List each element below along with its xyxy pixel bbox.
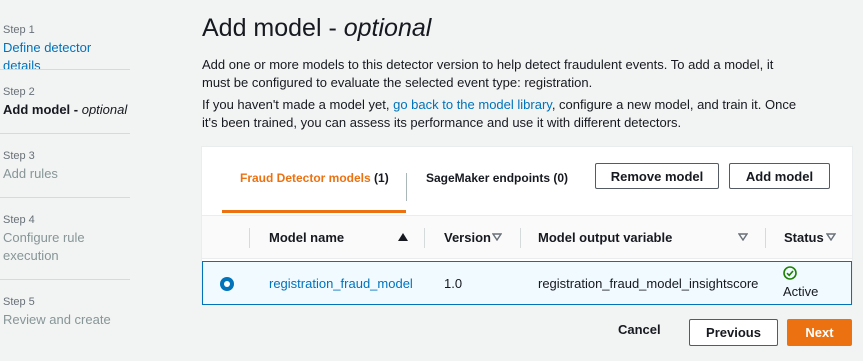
page-help-text: If you haven't made a model yet, go back…	[202, 96, 802, 132]
step-1-number: Step 1	[3, 24, 35, 36]
tab-separator	[406, 173, 407, 201]
column-separator	[249, 228, 250, 248]
column-separator	[765, 228, 766, 248]
step-2-title-text: Add model -	[3, 102, 82, 117]
step-3-title: Add rules	[3, 166, 58, 181]
column-model-output-variable[interactable]: Model output variable	[538, 230, 672, 245]
model-name-link[interactable]: registration_fraud_model	[269, 276, 413, 291]
step-divider	[0, 133, 130, 134]
column-separator	[424, 228, 425, 248]
tab-label: SageMaker endpoints	[426, 171, 551, 185]
sort-caret-down-icon[interactable]	[738, 233, 748, 241]
tab-count: (0)	[553, 171, 569, 185]
sort-ascending-icon[interactable]	[398, 233, 408, 241]
tab-sagemaker-endpoints[interactable]: SageMaker endpoints (0)	[426, 171, 568, 185]
tab-fraud-detector-models[interactable]: Fraud Detector models (1)	[240, 171, 389, 185]
model-library-link[interactable]: go back to the model library	[393, 97, 552, 112]
page-title-text: Add model -	[202, 14, 344, 42]
step-3: Step 3 Add rules	[3, 150, 130, 183]
step-2-title: Add model - optional	[3, 101, 130, 119]
tab-count: (1)	[374, 171, 389, 185]
active-tab-indicator	[222, 210, 406, 213]
table-row[interactable]: registration_fraud_model 1.0 registratio…	[202, 261, 852, 305]
step-4: Step 4 Configure rule execution	[3, 214, 130, 265]
column-version[interactable]: Version	[444, 230, 491, 245]
page-description: Add one or more models to this detector …	[202, 57, 774, 90]
next-button[interactable]: Next	[787, 319, 852, 346]
step-2-number: Step 2	[3, 86, 35, 98]
column-status[interactable]: Status	[784, 230, 824, 245]
row-select-radio[interactable]	[220, 277, 234, 291]
step-4-title-line2: execution	[3, 248, 59, 263]
model-version: 1.0	[444, 276, 463, 291]
add-model-button[interactable]: Add model	[729, 163, 830, 189]
previous-button[interactable]: Previous	[689, 319, 778, 346]
help-text-before: If you haven't made a model yet,	[202, 97, 394, 112]
table-header: Model name Version Model output variable…	[202, 215, 852, 259]
tab-label: Fraud Detector models	[240, 171, 371, 185]
step-divider	[0, 69, 130, 70]
page-title: Add model - optional	[202, 14, 431, 43]
step-4-number: Step 4	[3, 214, 35, 226]
step-5-title: Review and create	[3, 312, 111, 327]
step-5: Step 5 Review and create	[3, 296, 130, 329]
step-2: Step 2 Add model - optional	[3, 86, 130, 119]
step-2-title-em: optional	[81, 102, 128, 117]
step-1: Step 1 Define detector details	[3, 24, 130, 75]
step-4-title-line1: Configure rule	[3, 230, 85, 245]
step-5-number: Step 5	[3, 296, 35, 308]
status-text: Active	[783, 284, 819, 299]
sort-caret-down-icon[interactable]	[492, 233, 502, 241]
sort-caret-down-icon[interactable]	[826, 233, 836, 241]
cancel-button[interactable]: Cancel	[618, 322, 661, 337]
step-divider	[0, 197, 130, 198]
column-separator	[520, 228, 521, 248]
column-model-name[interactable]: Model name	[269, 230, 344, 245]
models-container: Fraud Detector models (1) SageMaker endp…	[201, 146, 853, 305]
remove-model-button[interactable]: Remove model	[595, 163, 719, 189]
page-title-em: optional	[343, 14, 432, 42]
step-divider	[0, 279, 130, 280]
status-success-icon	[783, 266, 797, 280]
model-output-variable: registration_fraud_model_insightscore	[538, 276, 759, 291]
step-3-number: Step 3	[3, 150, 35, 162]
